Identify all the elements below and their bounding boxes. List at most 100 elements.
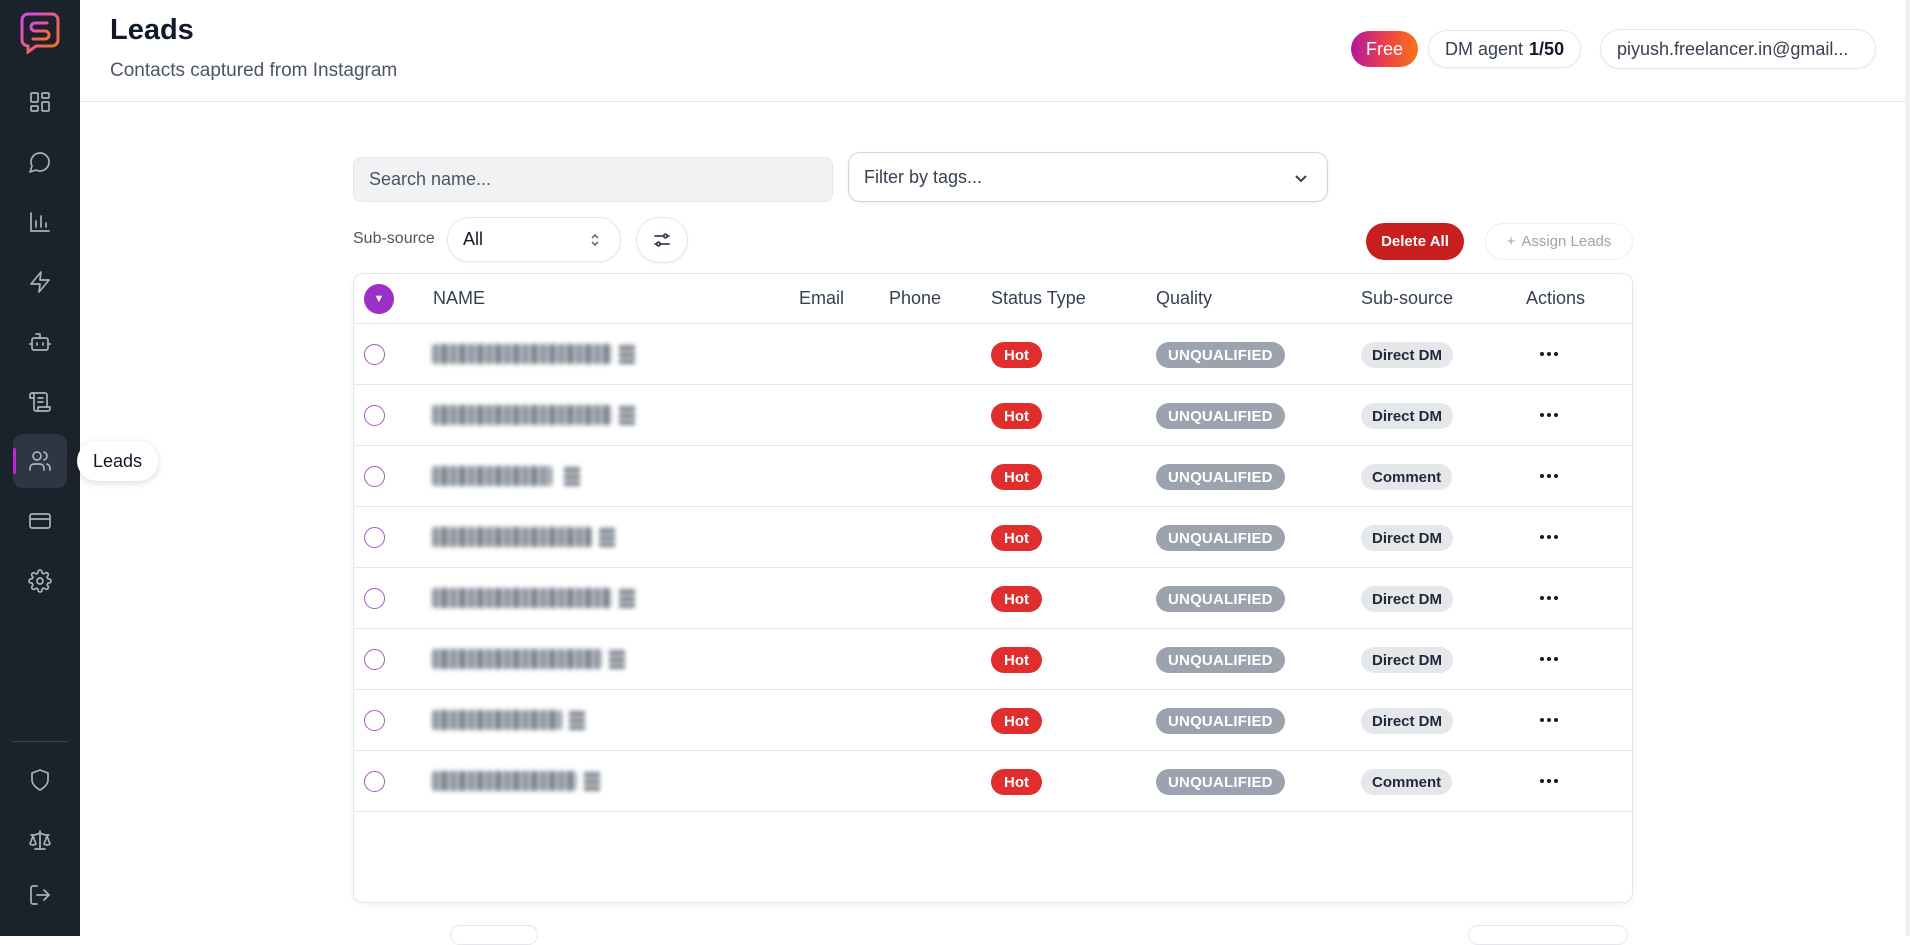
chevron-updown-icon — [591, 233, 599, 247]
analytics-icon — [30, 212, 50, 232]
dm-agent-label: DM agent — [1445, 38, 1524, 59]
bot-icon — [29, 333, 51, 351]
table-row[interactable]: Hot UNQUALIFIED Comment — [354, 751, 1632, 812]
row-actions-menu-icon[interactable] — [1536, 465, 1562, 487]
row-checkbox[interactable] — [364, 710, 385, 731]
table-row[interactable]: Hot UNQUALIFIED Direct DM — [354, 690, 1632, 751]
quality-badge[interactable]: UNQUALIFIED — [1156, 647, 1285, 673]
dm-agent-count: 1/50 — [1529, 38, 1565, 59]
plus-icon: + — [1506, 233, 1516, 250]
subsource-badge: Direct DM — [1361, 586, 1454, 612]
page-header: Leads Contacts captured from Instagram F… — [80, 0, 1910, 102]
quality-badge[interactable]: UNQUALIFIED — [1156, 586, 1285, 612]
status-badge: Hot — [991, 403, 1042, 429]
chevron-down-icon — [1295, 175, 1307, 183]
row-checkbox[interactable] — [364, 466, 385, 487]
row-actions-menu-icon[interactable] — [1536, 587, 1562, 609]
app-logo-icon[interactable] — [20, 12, 60, 54]
nav-privacy[interactable] — [13, 753, 67, 807]
table-row[interactable]: Hot UNQUALIFIED Direct DM — [354, 507, 1632, 568]
subsource-select[interactable]: All — [447, 217, 621, 262]
column-subsource[interactable]: Sub-source — [1361, 288, 1453, 309]
row-checkbox[interactable] — [364, 588, 385, 609]
row-checkbox[interactable] — [364, 405, 385, 426]
quality-badge[interactable]: UNQUALIFIED — [1156, 342, 1285, 368]
row-actions-menu-icon[interactable] — [1536, 648, 1562, 670]
row-actions-menu-icon[interactable] — [1536, 770, 1562, 792]
subsource-badge: Direct DM — [1361, 403, 1454, 429]
nav-leads[interactable] — [13, 434, 67, 488]
column-status-type[interactable]: Status Type — [991, 288, 1086, 309]
assign-leads-button[interactable]: + Assign Leads — [1485, 223, 1633, 260]
nav-logout[interactable] — [13, 868, 67, 922]
table-row[interactable]: Hot UNQUALIFIED Direct DM — [354, 385, 1632, 446]
quality-badge[interactable]: UNQUALIFIED — [1156, 403, 1285, 429]
nav-dashboard[interactable] — [13, 75, 67, 129]
user-email-button[interactable]: piyush.freelancer.in@gmail... — [1600, 29, 1876, 69]
quality-badge[interactable]: UNQUALIFIED — [1156, 769, 1285, 795]
redacted-badge — [564, 466, 580, 486]
sidebar-divider — [12, 741, 68, 742]
table-row[interactable]: Hot UNQUALIFIED Comment — [354, 446, 1632, 507]
row-checkbox[interactable] — [364, 344, 385, 365]
advanced-filter-button[interactable] — [636, 217, 688, 263]
status-badge: Hot — [991, 769, 1042, 795]
redacted-badge — [599, 527, 615, 547]
row-actions-menu-icon[interactable] — [1536, 709, 1562, 731]
nav-legal[interactable] — [13, 813, 67, 867]
table-row[interactable]: Hot UNQUALIFIED Direct DM — [354, 324, 1632, 385]
sidebar — [0, 0, 80, 936]
delete-all-button[interactable]: Delete All — [1366, 223, 1464, 260]
triangle-down-icon: ▼ — [373, 293, 385, 305]
column-quality[interactable]: Quality — [1156, 288, 1212, 309]
shield-icon — [31, 769, 49, 791]
page-subtitle: Contacts captured from Instagram — [110, 60, 398, 81]
table-row[interactable]: Hot UNQUALIFIED Direct DM — [354, 629, 1632, 690]
redacted-name — [432, 466, 552, 486]
table-header: ▼ NAME Email Phone Status Type Quality S… — [354, 274, 1632, 324]
column-name[interactable]: NAME — [433, 288, 485, 309]
redacted-name — [432, 344, 612, 364]
nav-analytics[interactable] — [13, 195, 67, 249]
tags-filter-placeholder: Filter by tags... — [864, 166, 983, 187]
pagination-control[interactable] — [1468, 925, 1628, 945]
nav-messages[interactable] — [13, 135, 67, 189]
column-email[interactable]: Email — [799, 288, 844, 309]
redacted-name — [432, 649, 602, 669]
quality-badge[interactable]: UNQUALIFIED — [1156, 708, 1285, 734]
pagination-control[interactable] — [450, 925, 538, 945]
column-actions: Actions — [1526, 288, 1586, 308]
scale-icon — [29, 830, 51, 850]
redacted-badge — [609, 649, 625, 669]
select-all-checkbox[interactable]: ▼ — [364, 284, 394, 314]
scroll-icon — [29, 392, 51, 412]
tags-filter-dropdown[interactable]: Filter by tags... — [848, 152, 1328, 202]
redacted-badge — [619, 344, 635, 364]
redacted-name — [432, 405, 612, 425]
row-checkbox[interactable] — [364, 771, 385, 792]
logout-icon — [30, 885, 50, 905]
row-actions-menu-icon[interactable] — [1536, 526, 1562, 548]
status-badge: Hot — [991, 342, 1042, 368]
dm-agent-badge[interactable]: DM agent 1/50 — [1428, 30, 1582, 68]
redacted-name — [432, 771, 577, 791]
quality-badge[interactable]: UNQUALIFIED — [1156, 464, 1285, 490]
row-actions-menu-icon[interactable] — [1536, 343, 1562, 365]
nav-settings[interactable] — [13, 554, 67, 608]
nav-automations[interactable] — [13, 255, 67, 309]
row-checkbox[interactable] — [364, 527, 385, 548]
nav-logs[interactable] — [13, 375, 67, 429]
nav-billing[interactable] — [13, 494, 67, 548]
subsource-value: All — [463, 229, 484, 249]
page-scrollbar[interactable] — [1905, 0, 1910, 936]
subsource-badge: Comment — [1361, 769, 1453, 795]
column-phone[interactable]: Phone — [889, 288, 941, 309]
quality-badge[interactable]: UNQUALIFIED — [1156, 525, 1285, 551]
row-actions-menu-icon[interactable] — [1536, 404, 1562, 426]
table-row[interactable]: Hot UNQUALIFIED Direct DM — [354, 568, 1632, 629]
plan-badge[interactable]: Free — [1351, 31, 1419, 67]
search-input[interactable]: Search name... — [353, 157, 833, 202]
status-badge: Hot — [991, 647, 1042, 673]
nav-bot[interactable] — [13, 315, 67, 369]
row-checkbox[interactable] — [364, 649, 385, 670]
